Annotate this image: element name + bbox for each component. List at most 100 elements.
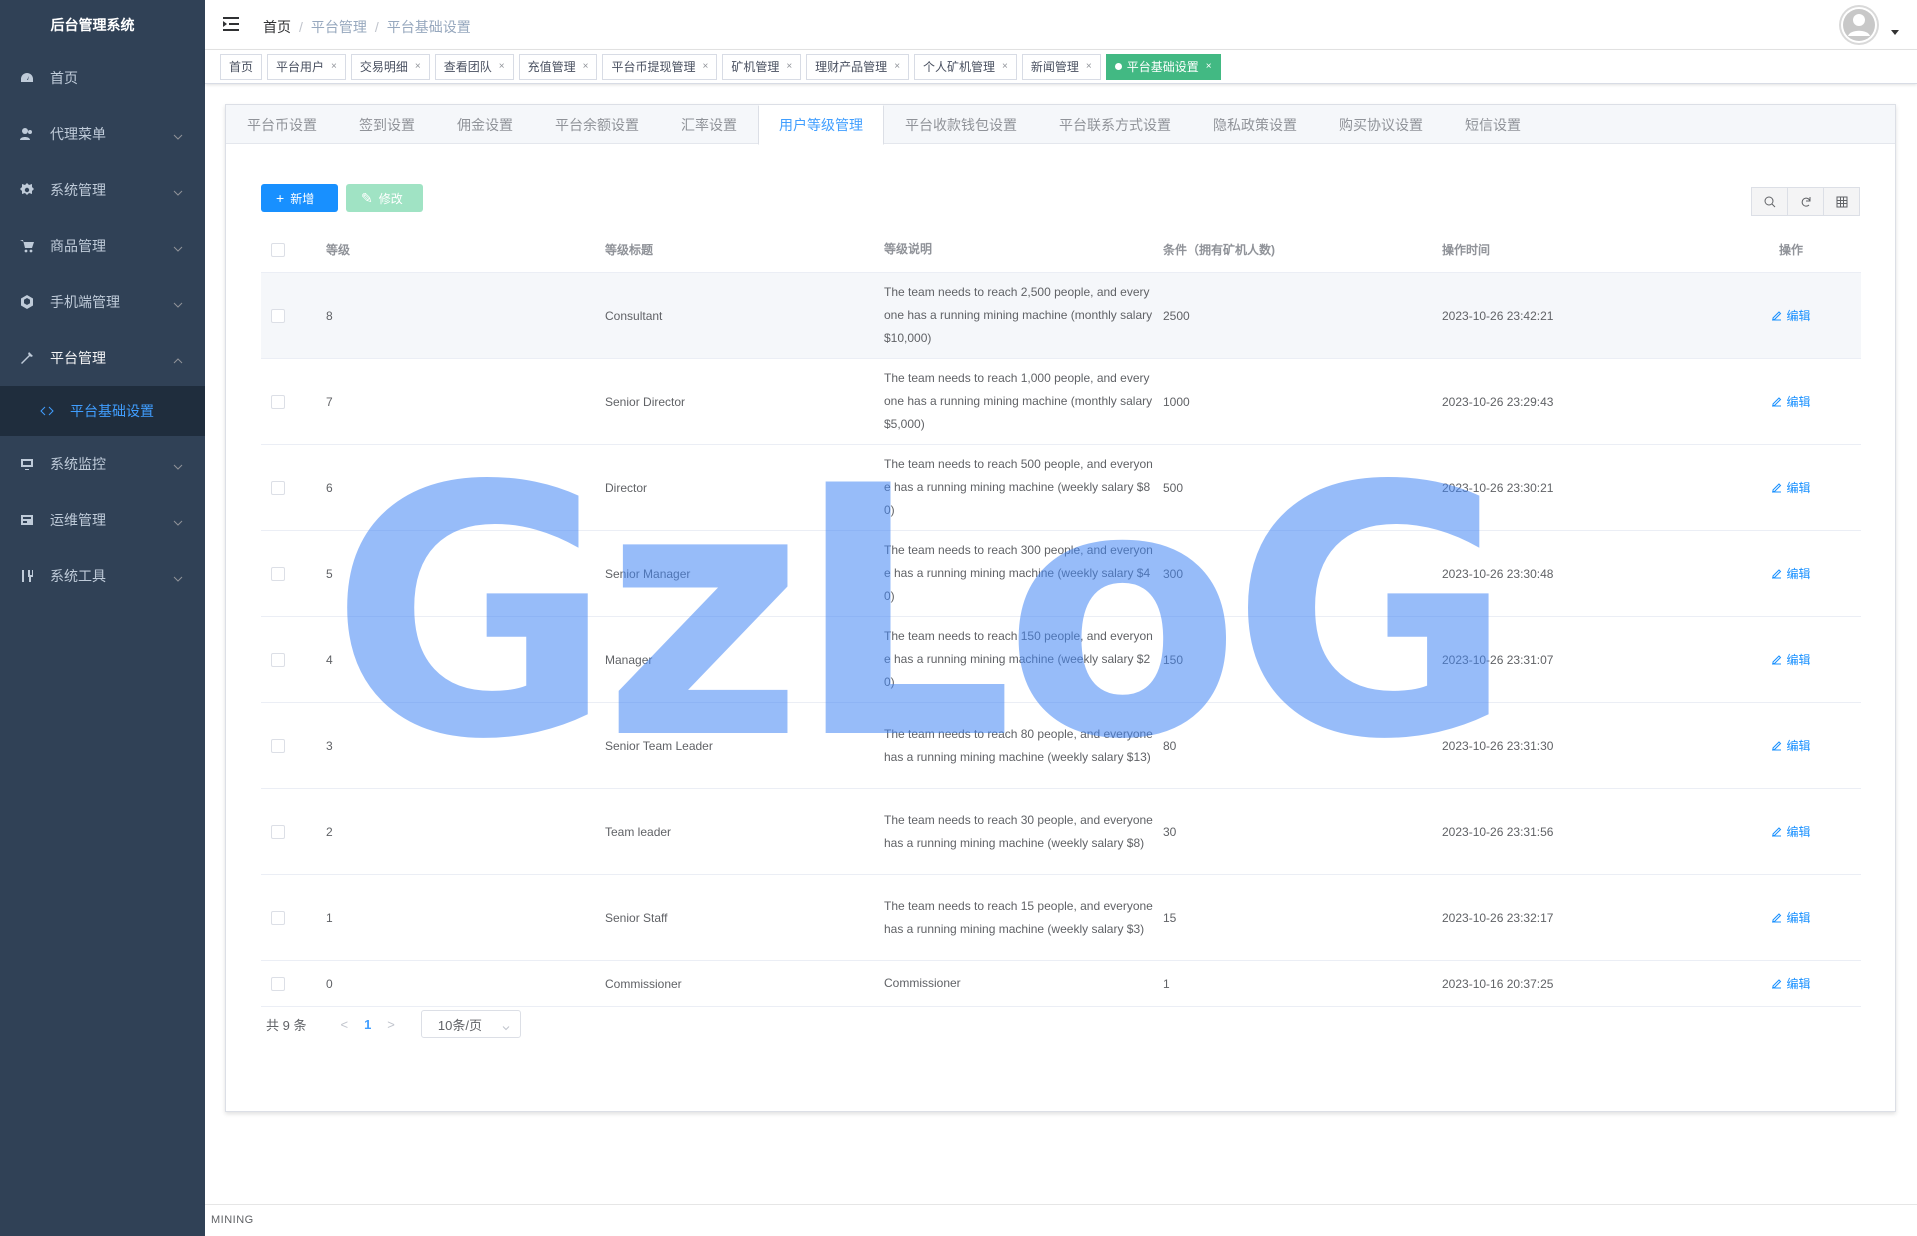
tab-item[interactable]: 汇率设置 [660,105,758,144]
tag-item[interactable]: 平台基础设置 × [1105,53,1221,80]
tag-item[interactable]: 平台用户 × [267,53,346,80]
edit-button[interactable]: ✎ 修改 [346,184,423,212]
tab-item[interactable]: 平台币设置 [226,105,338,144]
tag-item[interactable]: 首页 [220,53,263,80]
settings-tabs: 平台币设置 签到设置 佣金设置 平台余额设置 汇率设置 用户等级管理 平台收款钱包设置 平台联… [226,105,1895,145]
tag-item[interactable]: 交易明细 × [350,53,430,80]
sidebar-subitem-platform-settings[interactable]: 平台基础设置 [0,386,205,436]
tag-item[interactable]: 矿机管理 × [722,53,802,80]
hamburger-icon[interactable] [222,16,240,32]
search-toggle-button[interactable] [1751,187,1788,216]
table-row[interactable]: 6 Director The team needs to reach 500 peo… [261,445,1861,531]
tab-item[interactable]: 佣金设置 [436,105,534,144]
table-row[interactable]: 8 Consultant The team needs to reach 2,500… [261,273,1861,359]
sidebar-item-4[interactable]: 手机端管理 [0,274,205,330]
sidebar-item-7[interactable]: 运维管理 [0,492,205,548]
table-row[interactable]: 3 Senior Team Leader The team needs to rea… [261,703,1861,789]
monitor-icon [20,457,34,471]
tab-item[interactable]: 平台余额设置 [534,105,660,144]
header-condition: 条件（拥有矿机人数) [1163,243,1275,257]
tag-label: 矿机管理 [731,59,780,74]
next-page-icon[interactable]: > [387,1017,395,1032]
tag-item[interactable]: 充值管理 × [518,53,598,80]
sidebar-item-0[interactable]: 首页 [0,50,205,106]
close-icon[interactable]: × [583,55,589,79]
tag-item[interactable]: 理财产品管理 × [806,53,910,80]
cell-level: 0 [326,976,333,991]
row-edit-button[interactable]: 编辑 [1771,823,1811,840]
tab-item[interactable]: 平台联系方式设置 [1038,105,1192,144]
row-edit-button[interactable]: 编辑 [1771,307,1811,324]
edit-icon [1771,482,1786,493]
cell-title: Senior Director [605,394,686,409]
row-checkbox[interactable] [271,910,285,925]
close-icon[interactable]: × [786,55,792,79]
row-checkbox[interactable] [271,394,285,409]
select-all-checkbox[interactable] [271,242,285,257]
tag-item[interactable]: 查看团队 × [434,53,514,80]
close-icon[interactable]: × [702,55,708,79]
row-edit-button[interactable]: 编辑 [1771,651,1811,668]
tab-item[interactable]: 平台收款钱包设置 [884,105,1038,144]
row-edit-button[interactable]: 编辑 [1771,909,1811,926]
tag-label: 平台基础设置 [1126,59,1199,74]
columns-button[interactable] [1823,187,1860,216]
sidebar-item-2[interactable]: 系统管理 [0,162,205,218]
plus-icon: + [276,190,285,206]
close-icon[interactable]: × [894,55,900,79]
page-size-select[interactable]: 10条/页 [420,1010,521,1038]
row-edit-button[interactable]: 编辑 [1771,565,1811,582]
row-checkbox[interactable] [271,738,285,753]
refresh-button[interactable] [1787,187,1824,216]
row-checkbox[interactable] [271,480,285,495]
tab-item[interactable]: 签到设置 [338,105,436,144]
close-icon[interactable]: × [1086,55,1092,79]
table-row[interactable]: 7 Senior Director The team needs to reach … [261,359,1861,445]
code-icon [40,404,54,418]
close-icon[interactable]: × [415,55,421,79]
table-row[interactable]: 0 Commissioner Commissioner 1 2023-10-16 20:… [261,961,1861,1007]
close-icon[interactable]: × [1002,55,1008,79]
avatar[interactable] [1839,5,1879,45]
caret-down-icon[interactable] [1891,30,1899,35]
tab-item[interactable]: 短信设置 [1444,105,1542,144]
row-checkbox[interactable] [271,976,285,991]
table-row[interactable]: 1 Senior Staff The team needs to reach 15 … [261,875,1861,961]
table-row[interactable]: 2 Team leader The team needs to reach 30 p… [261,789,1861,875]
row-checkbox[interactable] [271,824,285,839]
sidebar-item-1[interactable]: 代理菜单 [0,106,205,162]
tag-item[interactable]: 个人矿机管理 × [914,53,1017,80]
row-edit-button[interactable]: 编辑 [1771,479,1811,496]
tab-item[interactable]: 购买协议设置 [1318,105,1444,144]
sidebar-item-8[interactable]: 系统工具 [0,548,205,604]
close-icon[interactable]: × [331,55,337,79]
sidebar-subitem-label: 平台基础设置 [70,403,154,419]
sidebar-item-3[interactable]: 商品管理 [0,218,205,274]
system-gear-icon [20,183,34,197]
cell-level: 8 [326,308,333,323]
breadcrumb-platform: 平台管理 [310,19,367,35]
sidebar-item-5[interactable]: 平台管理 [0,330,205,386]
tab-item[interactable]: 隐私政策设置 [1192,105,1318,144]
row-edit-button[interactable]: 编辑 [1771,737,1811,754]
tag-label: 交易明细 [359,59,408,74]
add-button-label: 新增 [290,191,315,206]
table-row[interactable]: 5 Senior Manager The team needs to reach 3… [261,531,1861,617]
row-edit-button[interactable]: 编辑 [1771,975,1811,992]
row-checkbox[interactable] [271,652,285,667]
grid-icon [1836,196,1847,207]
close-icon[interactable]: × [499,55,505,79]
tab-item[interactable]: 用户等级管理 [758,105,884,145]
page-number[interactable]: 1 [364,1017,371,1032]
tag-item[interactable]: 新闻管理 × [1021,53,1101,80]
close-icon[interactable]: × [1206,55,1212,79]
row-checkbox[interactable] [271,566,285,581]
tag-item[interactable]: 平台币提现管理 × [602,53,718,80]
prev-page-icon[interactable]: < [340,1017,348,1032]
breadcrumb-home[interactable]: 首页 [263,19,291,35]
row-edit-button[interactable]: 编辑 [1771,393,1811,410]
row-checkbox[interactable] [271,308,285,323]
table-row[interactable]: 4 Manager The team needs to reach 150 peop… [261,617,1861,703]
add-button[interactable]: + 新增 [261,184,338,212]
sidebar-item-6[interactable]: 系统监控 [0,436,205,492]
